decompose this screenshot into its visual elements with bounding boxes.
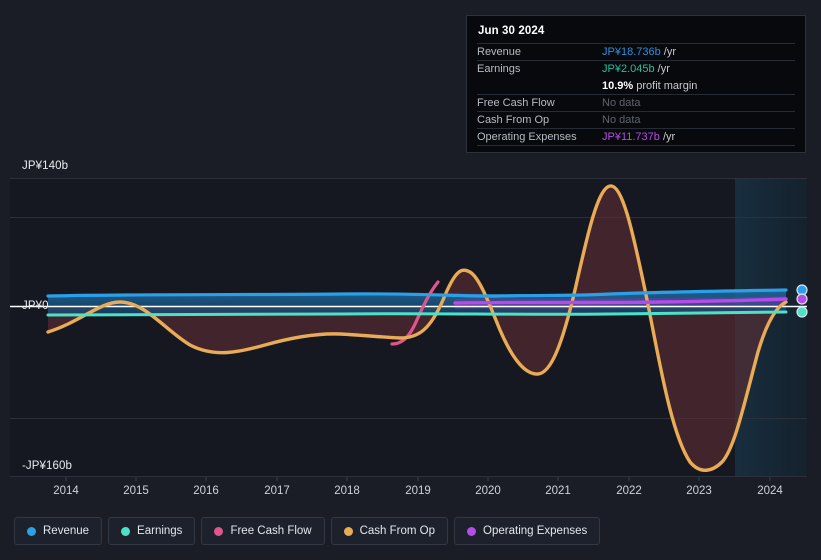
tooltip-unit-revenue: /yr [660, 46, 676, 58]
tooltip-label-cash-from-op: Cash From Op [477, 114, 550, 126]
legend-dot-revenue-icon [27, 526, 36, 536]
x-axis-ticks [65, 477, 771, 481]
legend-item-free-cash-flow[interactable]: Free Cash Flow [201, 517, 325, 545]
tooltip-amount-earnings: JP¥2.045b [602, 63, 655, 75]
tooltip-unit-earnings: /yr [654, 63, 670, 75]
x-axis-label-2014: 2014 [53, 485, 79, 497]
legend-item-revenue[interactable]: Revenue [14, 517, 103, 545]
tooltip-bottom-divider [477, 145, 795, 146]
x-axis-label-2017: 2017 [264, 485, 290, 497]
legend-dot-earnings-icon [121, 526, 131, 536]
legend-item-cash-from-op[interactable]: Cash From Op [330, 517, 449, 545]
legend-item-operating-expenses[interactable]: Operating Expenses [454, 517, 601, 545]
legend-dot-operating-expenses-icon [467, 526, 477, 536]
tooltip-date: Jun 30 2024 [478, 25, 545, 37]
tooltip-label-operating-expenses: Operating Expenses [477, 131, 577, 143]
x-axis-label-2019: 2019 [405, 485, 431, 497]
tooltip-row-operating-expenses: Operating Expenses JP¥11.737b /yr [477, 128, 795, 145]
legend-label-free-cash-flow: Free Cash Flow [230, 525, 312, 537]
x-axis-label-2024: 2024 [757, 485, 783, 497]
y-axis-label-top: JP¥140b [22, 160, 69, 172]
x-axis-label-2023: 2023 [686, 485, 712, 497]
tooltip-label-revenue: Revenue [477, 46, 522, 58]
tooltip-unit-profit-margin: profit margin [633, 79, 698, 92]
legend-label-revenue: Revenue [43, 525, 90, 537]
tooltip-value-operating-expenses: JP¥11.737b /yr [602, 131, 675, 143]
tooltip-row-earnings: Earnings JP¥2.045b /yr [477, 60, 795, 77]
tooltip-unit-operating-expenses: /yr [659, 131, 676, 143]
x-axis-label-2018: 2018 [334, 485, 360, 497]
tooltip-amount-operating-expenses: JP¥11.737b [602, 131, 660, 143]
tooltip-row-revenue: Revenue JP¥18.736b /yr [477, 43, 795, 60]
tooltip-value-profit-margin: 10.9% profit margin [602, 80, 697, 92]
tooltip-amount-revenue: JP¥18.736b [602, 46, 661, 58]
tooltip-label-free-cash-flow: Free Cash Flow [477, 97, 555, 109]
legend-dot-cash-from-op-icon [343, 526, 353, 536]
x-axis-label-2016: 2016 [193, 485, 219, 497]
x-axis-label-2015: 2015 [123, 485, 149, 497]
tooltip-value-free-cash-flow: No data [602, 97, 641, 109]
tooltip-value-cash-from-op: No data [602, 114, 641, 126]
earnings-endpoint-dot [796, 306, 808, 318]
legend-label-cash-from-op: Cash From Op [359, 525, 436, 537]
tooltip-row-cash-from-op: Cash From Op No data [477, 111, 795, 128]
chart-legend: Revenue Earnings Free Cash Flow Cash Fro… [14, 517, 601, 545]
data-point-tooltip: Jun 30 2024 Revenue JP¥18.736b /yr Earni… [466, 15, 806, 153]
legend-label-operating-expenses: Operating Expenses [483, 525, 588, 537]
legend-dot-free-cash-flow-icon [214, 526, 224, 536]
operating-expenses-endpoint-dot [796, 293, 808, 305]
x-axis-label-2022: 2022 [616, 485, 642, 497]
y-axis-label-zero: JP¥0 [22, 300, 49, 312]
tooltip-row-profit-margin: 10.9% profit margin [477, 77, 795, 94]
x-axis-label-2020: 2020 [475, 485, 501, 497]
x-axis-label-2021: 2021 [545, 485, 571, 497]
tooltip-row-free-cash-flow: Free Cash Flow No data [477, 94, 795, 111]
y-axis-label-bottom: -JP¥160b [22, 460, 73, 472]
legend-label-earnings: Earnings [137, 525, 183, 537]
tooltip-value-earnings: JP¥2.045b /yr [602, 63, 670, 75]
tooltip-label-earnings: Earnings [477, 63, 521, 75]
tooltip-amount-profit-margin: 10.9% [602, 79, 634, 92]
legend-item-earnings[interactable]: Earnings [108, 517, 196, 545]
tooltip-value-revenue: JP¥18.736b /yr [602, 46, 676, 58]
